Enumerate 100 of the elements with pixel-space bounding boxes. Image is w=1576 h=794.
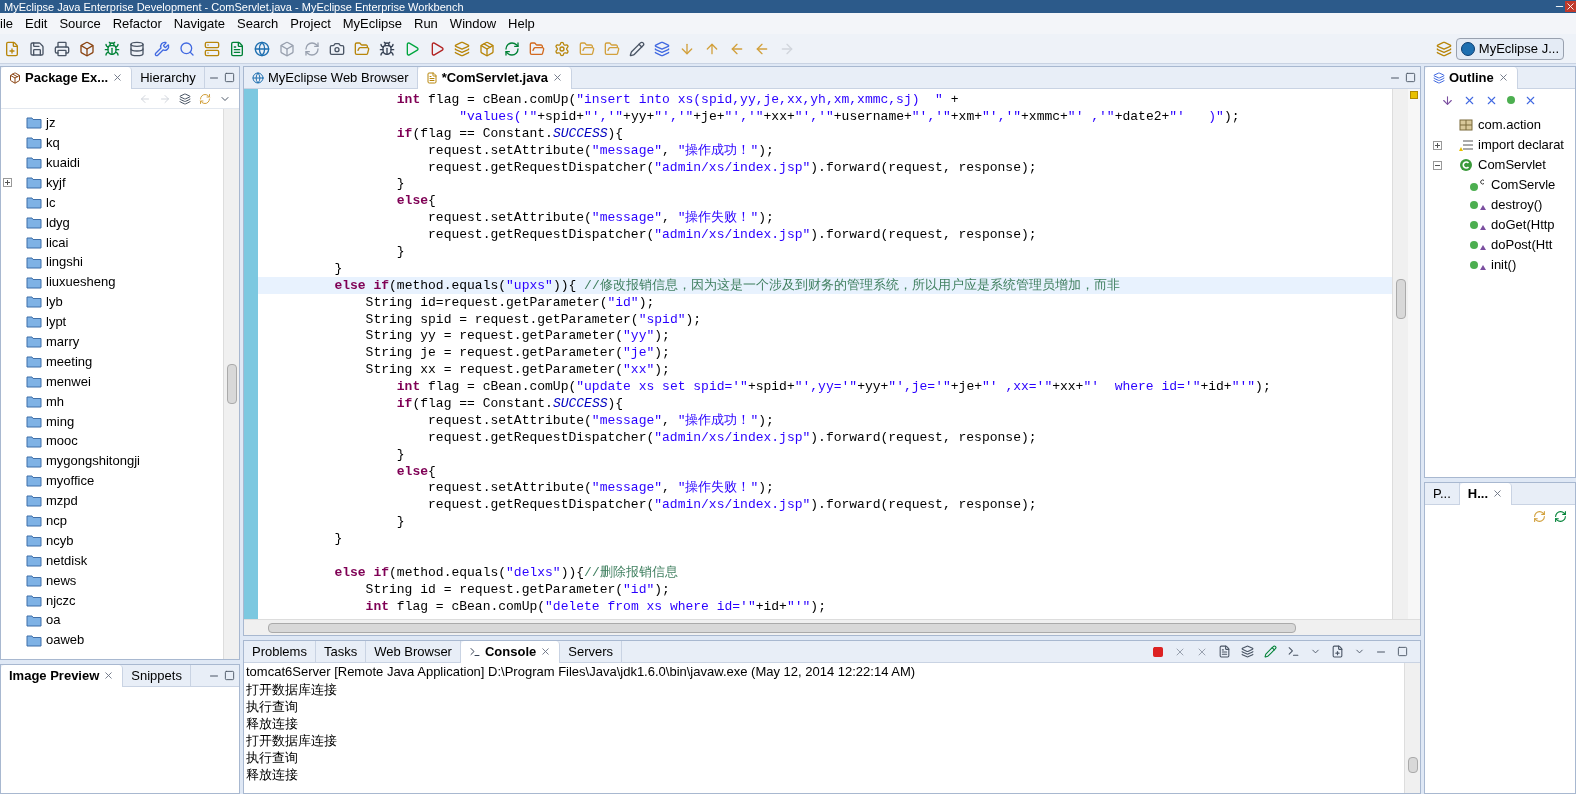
folder-icon[interactable]	[604, 40, 620, 57]
menu-item[interactable]: Refactor	[106, 13, 168, 34]
tree-item[interactable]: lingshi	[46, 252, 83, 272]
layers-icon[interactable]	[654, 40, 670, 57]
tree-item[interactable]: oaweb	[46, 630, 85, 650]
close-icon[interactable]	[103, 670, 115, 681]
database-icon[interactable]	[129, 40, 145, 57]
tree-item[interactable]: liuxuesheng	[46, 272, 116, 292]
tree-item[interactable]: ncp	[46, 511, 67, 531]
outline-item[interactable]: init()	[1491, 255, 1517, 275]
outline-item[interactable]: com.action	[1478, 115, 1541, 135]
package-icon[interactable]	[479, 40, 495, 57]
panel-tab[interactable]: Tasks	[315, 640, 367, 663]
expand-icon[interactable]	[1433, 140, 1442, 150]
outline-item[interactable]: destroy()	[1491, 195, 1543, 215]
clear-icon[interactable]	[1218, 645, 1231, 658]
horizontal-scrollbar[interactable]	[244, 619, 1420, 635]
scroll-lock-icon[interactable]	[1241, 645, 1254, 658]
tree-item[interactable]: marry	[46, 332, 80, 352]
tree-item[interactable]: mooc	[46, 431, 78, 451]
run-icon[interactable]	[429, 40, 445, 57]
tree-item[interactable]: kq	[46, 133, 60, 153]
gear-icon[interactable]	[554, 40, 570, 57]
collapse-icon[interactable]	[179, 92, 191, 105]
tree-item[interactable]: ncyb	[46, 530, 74, 551]
folder-icon[interactable]	[529, 40, 545, 57]
sync-icon[interactable]	[1554, 509, 1567, 523]
panel-tab[interactable]: Snippets	[123, 664, 191, 687]
tree-item[interactable]: kuaidi	[46, 152, 80, 173]
scrollbar[interactable]	[223, 109, 239, 659]
outline-item[interactable]: import declarat	[1478, 135, 1564, 155]
outline-item[interactable]: ComServlet	[1478, 155, 1546, 175]
panel-tab[interactable]: Console	[460, 640, 561, 663]
tree-item[interactable]: ldyg	[46, 212, 70, 233]
panel-tab[interactable]: Servers	[560, 640, 623, 663]
layers-icon[interactable]	[454, 40, 470, 57]
public-icon[interactable]	[1507, 96, 1515, 104]
box-icon[interactable]	[79, 40, 95, 57]
refresh-icon[interactable]	[1533, 509, 1546, 523]
menu-item[interactable]: Help	[502, 13, 541, 34]
tree-item[interactable]: news	[46, 570, 77, 591]
tree-item[interactable]: myoffice	[46, 471, 95, 491]
tree-item[interactable]: mzpd	[46, 491, 78, 511]
tree-item[interactable]: mh	[46, 391, 65, 412]
menu-item[interactable]: Window	[443, 13, 503, 34]
collapse-icon[interactable]	[1433, 160, 1442, 170]
outline-item[interactable]: doPost(Htt	[1491, 235, 1553, 255]
pin-icon[interactable]	[1264, 645, 1277, 658]
menu-item[interactable]: Project	[284, 13, 337, 34]
panel-tab[interactable]: H...	[1459, 482, 1513, 505]
tree-item[interactable]: njczc	[46, 590, 76, 611]
globe-icon[interactable]	[254, 40, 270, 57]
menu-item[interactable]: ile	[0, 13, 19, 34]
link-icon[interactable]	[199, 92, 211, 105]
print-icon[interactable]	[54, 40, 70, 57]
tree-item[interactable]: menwei	[46, 371, 91, 392]
menu-item[interactable]: Run	[408, 13, 444, 34]
tree-item[interactable]: mygongshitongji	[46, 451, 140, 471]
close-icon[interactable]	[551, 72, 563, 83]
stop-icon[interactable]	[1152, 645, 1164, 658]
panel-tab[interactable]: Outline	[1425, 66, 1518, 89]
camera-icon[interactable]	[329, 40, 345, 57]
bug-icon[interactable]	[104, 40, 120, 57]
run-icon[interactable]	[404, 40, 420, 57]
folder-icon[interactable]	[579, 40, 595, 57]
panel-tab[interactable]: *ComServlet.java	[417, 66, 572, 89]
tree-item[interactable]: kyjf	[46, 172, 66, 193]
panel-tab[interactable]: Hierarchy	[132, 66, 205, 89]
maximize-icon[interactable]	[1397, 646, 1408, 657]
panel-tab[interactable]: P...	[1425, 482, 1460, 505]
tree-item[interactable]: netdisk	[46, 550, 88, 571]
close-icon[interactable]	[112, 72, 124, 83]
tree-item[interactable]: lypt	[46, 312, 67, 332]
bug-icon[interactable]	[379, 40, 395, 57]
panel-tab[interactable]: Image Preview	[1, 664, 124, 687]
refresh-icon[interactable]	[304, 40, 320, 57]
panel-tab[interactable]: Problems	[244, 640, 316, 663]
menu-item[interactable]: Navigate	[167, 13, 232, 34]
tree-item[interactable]: licai	[46, 232, 69, 253]
save-icon[interactable]	[29, 40, 45, 57]
tree-item[interactable]: ming	[46, 411, 75, 432]
tree-item[interactable]: oa	[46, 610, 61, 630]
menu-item[interactable]: Search	[231, 13, 285, 34]
maximize-icon[interactable]	[224, 72, 235, 83]
tree-item[interactable]: lc	[46, 192, 56, 213]
close-icon[interactable]	[1492, 488, 1504, 499]
outline-item[interactable]: doGet(Http	[1491, 215, 1555, 235]
tree-item[interactable]: jz	[46, 113, 56, 133]
outline-item[interactable]: ComServle	[1491, 175, 1556, 195]
perspective-button[interactable]: MyEclipse J...	[1455, 37, 1564, 60]
scrollbar[interactable]	[1392, 89, 1408, 619]
close-icon[interactable]	[540, 646, 552, 657]
menu-item[interactable]: MyEclipse	[336, 13, 408, 34]
panel-tab[interactable]: Package Ex...	[1, 66, 133, 89]
panel-tab[interactable]: Web Browser	[366, 640, 461, 663]
new-file-icon[interactable]	[4, 40, 20, 57]
open-perspective-icon[interactable]	[1435, 40, 1452, 57]
server-icon[interactable]	[204, 40, 220, 57]
pencil-icon[interactable]	[629, 40, 645, 57]
wrench-icon[interactable]	[154, 40, 170, 57]
